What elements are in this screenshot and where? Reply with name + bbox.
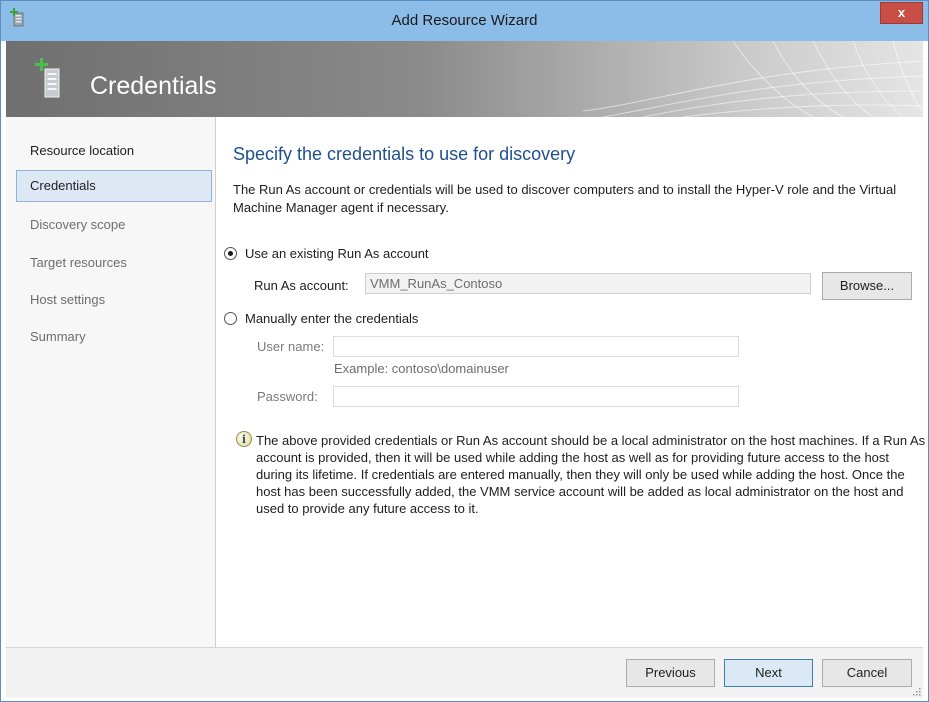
- info-message: The above provided credentials or Run As…: [256, 433, 926, 516]
- window-title: Add Resource Wizard: [391, 12, 538, 29]
- manual-credentials-radio[interactable]: [224, 312, 237, 325]
- nav-item-summary: Summary: [30, 329, 86, 344]
- manual-credentials-option[interactable]: Manually enter the credentials: [224, 311, 418, 326]
- password-label: Password:: [257, 389, 318, 404]
- add-resource-wizard-window: Add Resource Wizard x Credentials Resour…: [0, 0, 929, 702]
- browse-button[interactable]: Browse...: [822, 272, 912, 300]
- nav-item-discovery-scope: Discovery scope: [30, 217, 126, 232]
- previous-button[interactable]: Previous: [626, 659, 715, 687]
- nav-item-host-settings: Host settings: [30, 292, 106, 307]
- password-field[interactable]: [333, 386, 739, 407]
- username-field[interactable]: [333, 336, 739, 357]
- use-existing-runas-radio[interactable]: [224, 247, 237, 260]
- wizard-footer: Previous Next Cancel: [6, 647, 923, 698]
- runas-account-field[interactable]: VMM_RunAs_Contoso: [365, 273, 811, 294]
- header-banner: Credentials: [6, 41, 923, 117]
- runas-account-label: Run As account:: [254, 278, 349, 293]
- next-button[interactable]: Next: [724, 659, 813, 687]
- banner-title: Credentials: [90, 72, 217, 100]
- decorative-wave-graphic: [583, 41, 923, 117]
- title-bar: Add Resource Wizard x: [1, 1, 928, 41]
- close-button[interactable]: x: [880, 2, 923, 24]
- username-example-hint: Example: contoso\domainuser: [334, 361, 509, 376]
- username-label: User name:: [257, 339, 325, 354]
- page-heading: Specify the credentials to use for disco…: [233, 144, 576, 164]
- info-icon: i: [236, 431, 252, 447]
- close-icon: x: [897, 5, 906, 20]
- nav-item-resource-location[interactable]: Resource location: [16, 135, 212, 167]
- main-panel: Specify the credentials to use for disco…: [217, 117, 926, 647]
- resize-grip-icon[interactable]: [911, 686, 921, 696]
- nav-item-credentials[interactable]: Credentials: [16, 170, 212, 202]
- cancel-button[interactable]: Cancel: [822, 659, 912, 687]
- page-description: The Run As account or credentials will b…: [233, 182, 897, 215]
- nav-item-target-resources: Target resources: [30, 255, 127, 270]
- add-resource-icon: [35, 58, 60, 98]
- manual-credentials-label: Manually enter the credentials: [245, 311, 419, 326]
- wizard-steps-nav: Resource location Credentials Discovery …: [6, 117, 216, 647]
- use-existing-runas-option[interactable]: Use an existing Run As account: [224, 246, 429, 261]
- use-existing-runas-label: Use an existing Run As account: [245, 246, 429, 261]
